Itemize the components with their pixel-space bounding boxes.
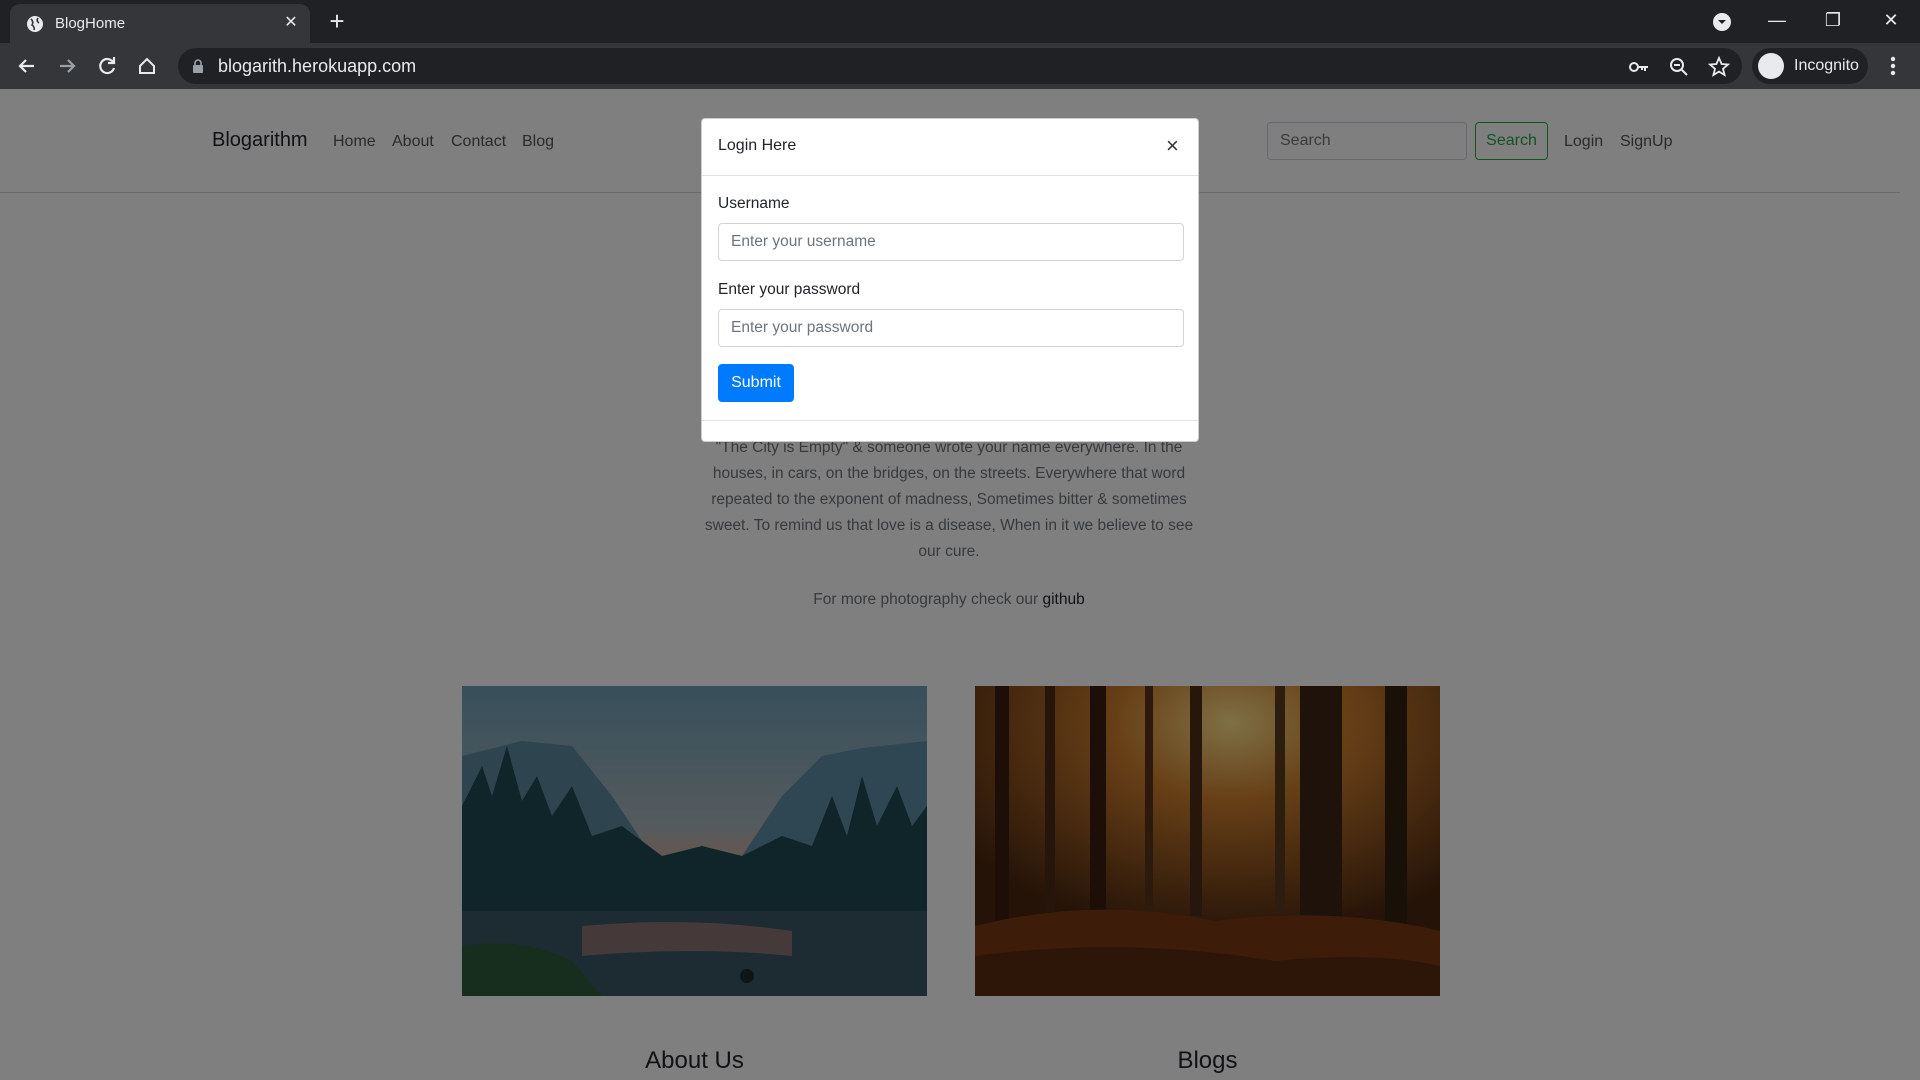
modal-close-icon[interactable]: × xyxy=(1166,135,1179,157)
tab-title: BlogHome xyxy=(55,15,126,32)
modal-header: Login Here × xyxy=(702,119,1198,176)
username-input[interactable] xyxy=(718,223,1184,261)
forward-icon[interactable] xyxy=(52,51,82,81)
tab-search-icon[interactable] xyxy=(1710,10,1734,34)
window-close-button[interactable]: ✕ xyxy=(1866,4,1916,36)
incognito-icon xyxy=(1758,53,1784,79)
modal-title: Login Here xyxy=(718,137,797,154)
tab-close-icon[interactable]: ✕ xyxy=(280,12,302,34)
modal-footer-divider xyxy=(702,420,1198,421)
login-modal: Login Here × Username Enter your passwor… xyxy=(701,118,1199,442)
home-icon[interactable] xyxy=(132,51,162,81)
username-label: Username xyxy=(718,195,790,212)
reload-icon[interactable] xyxy=(92,51,122,81)
submit-button[interactable]: Submit xyxy=(718,364,794,402)
bookmark-star-icon[interactable] xyxy=(1708,56,1730,78)
password-input[interactable] xyxy=(718,309,1184,347)
browser-toolbar: blogarith.herokuapp.com Incognito xyxy=(0,43,1920,89)
browser-menu-icon[interactable] xyxy=(1880,51,1906,81)
lock-icon xyxy=(193,59,203,73)
browser-tab-strip: BlogHome ✕ + — ❐ ✕ xyxy=(0,0,1920,43)
url-text: blogarith.herokuapp.com xyxy=(218,56,417,76)
browser-tab[interactable]: BlogHome ✕ xyxy=(10,4,310,43)
address-bar[interactable]: blogarith.herokuapp.com xyxy=(178,48,1742,84)
globe-icon xyxy=(27,16,43,32)
incognito-label: Incognito xyxy=(1794,57,1859,74)
back-icon[interactable] xyxy=(12,51,42,81)
new-tab-button[interactable]: + xyxy=(320,8,354,36)
restore-button[interactable]: ❐ xyxy=(1808,4,1858,36)
key-icon[interactable] xyxy=(1628,56,1650,78)
incognito-profile-button[interactable]: Incognito xyxy=(1752,48,1868,84)
password-label: Enter your password xyxy=(718,281,861,298)
minimize-button[interactable]: — xyxy=(1752,4,1802,36)
zoom-icon[interactable] xyxy=(1668,56,1690,78)
